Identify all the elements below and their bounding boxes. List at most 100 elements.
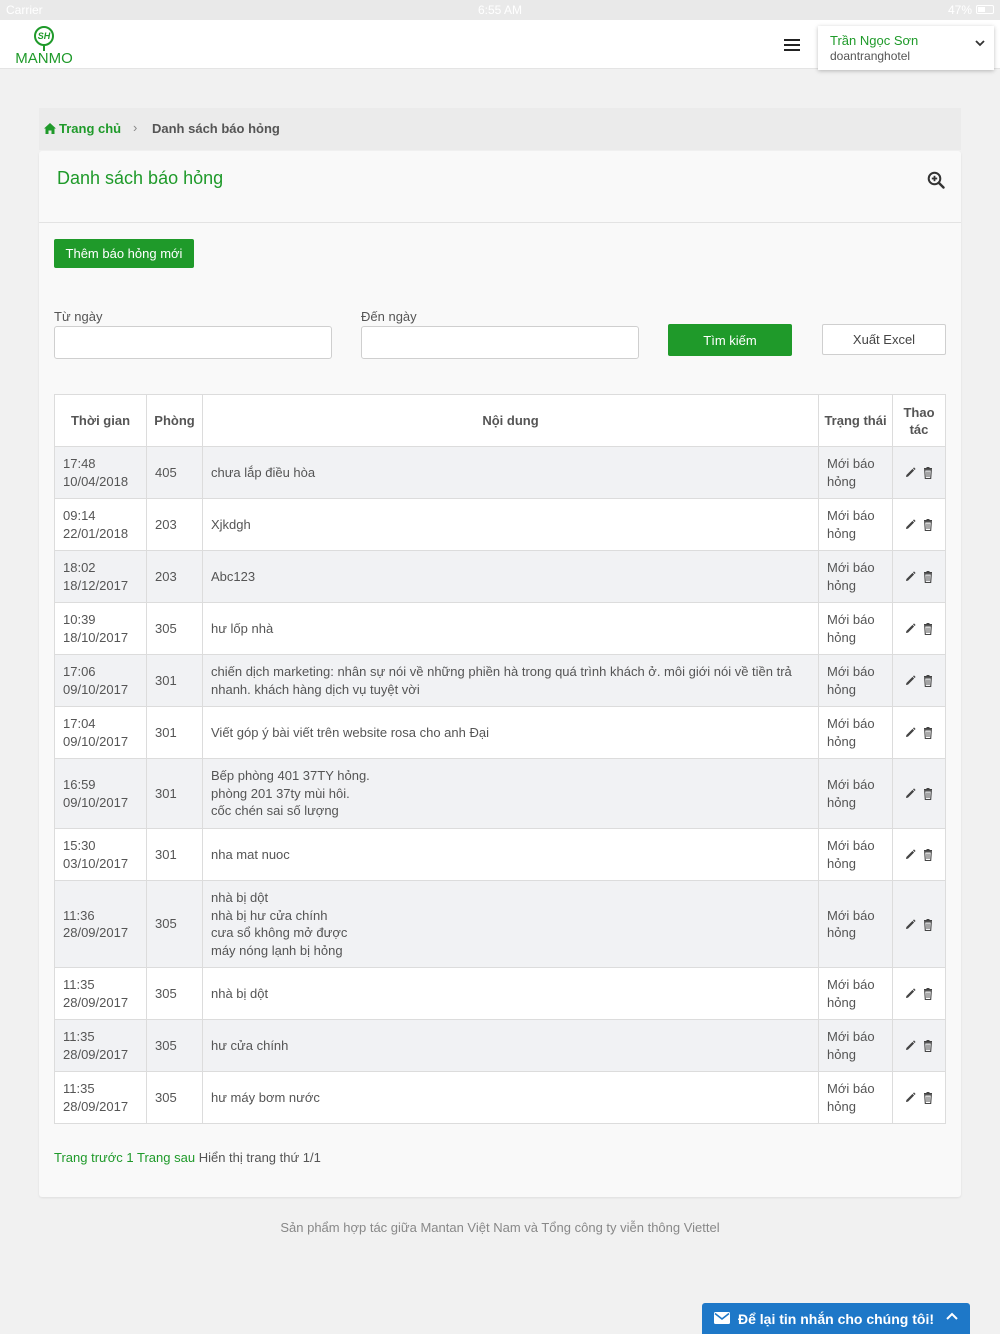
pencil-icon[interactable] bbox=[904, 1092, 916, 1104]
user-dropdown[interactable]: Trần Ngọc Sơn doantranghotel bbox=[818, 26, 994, 70]
cell-content-line: nhà bị dột bbox=[211, 890, 269, 905]
user-account: doantranghotel bbox=[830, 49, 911, 63]
cell-time-date: 09/10/2017 bbox=[63, 681, 129, 697]
envelope-icon bbox=[714, 1312, 730, 1324]
cell-actions bbox=[892, 550, 946, 603]
cell-status: Mới báo hỏng bbox=[818, 1071, 893, 1124]
cell-content-line: chưa lắp điều hòa bbox=[211, 464, 316, 480]
to-date-label: Đến ngày bbox=[361, 309, 417, 324]
table-row: 10:39 18/10/2017 305 hư lốp nhà Mới báo hỏng bbox=[54, 602, 946, 655]
trash-icon[interactable] bbox=[922, 675, 934, 688]
trash-icon[interactable] bbox=[922, 519, 934, 532]
page-title: Danh sách báo hỏng bbox=[57, 168, 224, 188]
to-date-input[interactable] bbox=[361, 326, 639, 359]
pencil-icon[interactable] bbox=[904, 623, 916, 635]
prev-page-link[interactable]: Trang trước bbox=[54, 1150, 123, 1165]
table-row: 11:35 28/09/2017 305 nhà bị dột Mới báo hỏng bbox=[54, 967, 946, 1020]
cell-time: 18:02 18/12/2017 bbox=[54, 550, 147, 603]
cell-time-date: 28/09/2017 bbox=[63, 994, 129, 1010]
pencil-icon[interactable] bbox=[904, 571, 916, 583]
cell-content-line: máy nóng lạnh bị hỏng bbox=[211, 942, 343, 958]
cell-status: Mới báo hỏng bbox=[818, 602, 893, 655]
pencil-icon[interactable] bbox=[904, 919, 916, 931]
menu-icon[interactable] bbox=[784, 39, 800, 51]
cell-room: 301 bbox=[146, 706, 203, 759]
add-report-button[interactable]: Thêm báo hỏng mới bbox=[54, 239, 194, 268]
cell-actions bbox=[892, 967, 946, 1020]
trash-icon[interactable] bbox=[922, 623, 934, 636]
search-button[interactable]: Tìm kiếm bbox=[668, 324, 792, 356]
trash-icon[interactable] bbox=[922, 727, 934, 740]
cell-content: nhà bị dột nhà bị hư cửa chính cưa sổ khôn… bbox=[202, 880, 819, 968]
chat-widget-bar[interactable]: Để lại tin nhắn cho chúng tôi! bbox=[702, 1303, 970, 1334]
user-name: Trần Ngọc Sơn bbox=[830, 33, 919, 48]
cell-content-line: Abc123 bbox=[211, 568, 256, 584]
cell-actions bbox=[892, 1071, 946, 1124]
from-date-input[interactable] bbox=[54, 326, 332, 359]
cell-content: hư lốp nhà bbox=[202, 602, 819, 655]
cell-status: Mới báo hỏng bbox=[818, 1019, 893, 1072]
pagination: Trang trước 1 Trang sau Hiển thị trang t… bbox=[54, 1150, 321, 1165]
cell-time-hour: 17:48 bbox=[63, 456, 96, 471]
breadcrumb-current: Danh sách báo hỏng bbox=[152, 121, 280, 136]
chevron-up-icon[interactable] bbox=[946, 1311, 958, 1323]
clock-label: 6:55 AM bbox=[477, 3, 523, 17]
trash-icon[interactable] bbox=[922, 467, 934, 480]
cell-time: 10:39 18/10/2017 bbox=[54, 602, 147, 655]
cell-room: 405 bbox=[146, 446, 203, 499]
trash-icon[interactable] bbox=[922, 918, 934, 931]
trash-icon[interactable] bbox=[922, 988, 934, 1001]
trash-icon[interactable] bbox=[922, 571, 934, 584]
cell-time-date: 10/04/2018 bbox=[63, 473, 129, 489]
table-row: 17:04 09/10/2017 301 Viết góp ý bài viết tr… bbox=[54, 706, 946, 759]
cell-status: Mới báo hỏng bbox=[818, 706, 893, 759]
cell-time: 17:04 09/10/2017 bbox=[54, 706, 147, 759]
cell-time: 09:14 22/01/2018 bbox=[54, 498, 147, 551]
cell-content-line: Xjkdgh bbox=[211, 516, 251, 532]
brand-logo[interactable]: SH MANMO bbox=[14, 26, 74, 67]
page-1-link[interactable]: 1 bbox=[126, 1150, 133, 1165]
cell-status: Mới báo hỏng bbox=[818, 758, 893, 829]
cell-actions bbox=[892, 1019, 946, 1072]
zoom-in-icon[interactable] bbox=[927, 171, 945, 189]
export-excel-button[interactable]: Xuất Excel bbox=[822, 324, 946, 355]
cell-content: chiến dịch marketing: nhân sự nói về nhữ… bbox=[202, 654, 819, 707]
cell-time-hour: 11:35 bbox=[63, 1081, 95, 1096]
cell-content: Bếp phòng 401 37TY hỏng. phòng 201 37ty m… bbox=[202, 758, 819, 829]
cell-time: 11:36 28/09/2017 bbox=[54, 880, 147, 968]
cell-content: hư cửa chính bbox=[202, 1019, 819, 1072]
cell-content: Abc123 bbox=[202, 550, 819, 603]
cell-time-hour: 16:59 bbox=[63, 777, 96, 792]
cell-actions bbox=[892, 602, 946, 655]
cell-actions bbox=[892, 446, 946, 499]
battery-icon bbox=[976, 5, 994, 14]
pencil-icon[interactable] bbox=[904, 467, 916, 479]
cell-room: 203 bbox=[146, 550, 203, 603]
pencil-icon[interactable] bbox=[904, 849, 916, 861]
trash-icon[interactable] bbox=[922, 849, 934, 862]
trash-icon[interactable] bbox=[922, 1040, 934, 1053]
cell-time-date: 18/12/2017 bbox=[63, 577, 129, 593]
breadcrumb-home-label: Trang chủ bbox=[59, 121, 122, 136]
breadcrumb-home-link[interactable]: Trang chủ bbox=[44, 121, 121, 136]
pencil-icon[interactable] bbox=[904, 988, 916, 1000]
cell-time-hour: 11:36 bbox=[63, 907, 95, 923]
table-row: 09:14 22/01/2018 203 Xjkdgh Mới báo hỏng bbox=[54, 498, 946, 551]
trash-icon[interactable] bbox=[922, 1092, 934, 1105]
cell-room: 305 bbox=[146, 1019, 203, 1072]
cell-status: Mới báo hỏng bbox=[818, 550, 893, 603]
pencil-icon[interactable] bbox=[904, 519, 916, 531]
cell-time: 15:30 03/10/2017 bbox=[54, 828, 147, 881]
pencil-icon[interactable] bbox=[904, 675, 916, 687]
pencil-icon[interactable] bbox=[904, 788, 916, 800]
cell-time-date: 18/10/2017 bbox=[63, 629, 129, 645]
cell-content-line: cưa sổ không mở được bbox=[211, 925, 348, 940]
pencil-icon[interactable] bbox=[904, 727, 916, 739]
cell-time-hour: 18:02 bbox=[63, 560, 96, 575]
next-page-link[interactable]: Trang sau bbox=[137, 1150, 195, 1165]
cell-status: Mới báo hỏng bbox=[818, 446, 893, 499]
cell-time: 17:48 10/04/2018 bbox=[54, 446, 147, 499]
pencil-icon[interactable] bbox=[904, 1040, 916, 1052]
trash-icon[interactable] bbox=[922, 788, 934, 801]
ios-status-bar: Carrier 6:55 AM 47% bbox=[0, 0, 1000, 20]
